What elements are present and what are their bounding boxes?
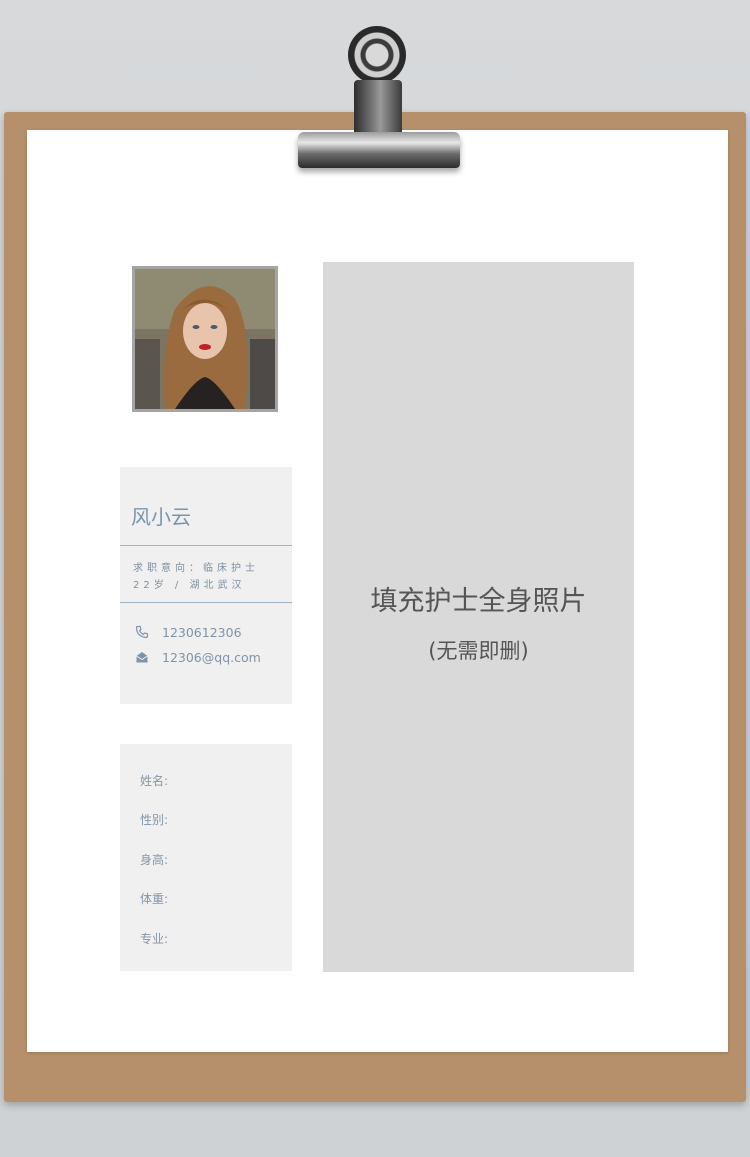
placeholder-subtitle: (无需即删) bbox=[428, 639, 529, 663]
placeholder-title: 填充护士全身照片 bbox=[370, 586, 587, 617]
profile-card: 姓名: 性别: 身高: 体重: 专业: bbox=[120, 744, 292, 971]
candidate-name: 风小云 bbox=[131, 505, 191, 529]
age-location: 22岁 / 湖北武汉 bbox=[133, 580, 246, 591]
field-weight-label: 体重: bbox=[140, 892, 169, 906]
binder-clip bbox=[284, 22, 464, 174]
avatar bbox=[132, 266, 278, 412]
divider bbox=[120, 602, 292, 603]
binder-clip-ring bbox=[348, 26, 406, 84]
field-major-label: 专业: bbox=[140, 932, 169, 946]
binder-clip-neck bbox=[354, 80, 402, 140]
full-body-photo-placeholder[interactable]: 填充护士全身照片 (无需即删) bbox=[323, 262, 634, 972]
email-address: 12306@qq.com bbox=[162, 649, 261, 665]
contact-card: 风小云 求职意向：临床护士 22岁 / 湖北武汉 1230612306 1230… bbox=[120, 467, 292, 704]
email-row: 12306@qq.com bbox=[135, 649, 261, 665]
divider bbox=[120, 545, 292, 546]
field-height-label: 身高: bbox=[140, 853, 169, 867]
avatar-image bbox=[135, 269, 275, 409]
mail-icon bbox=[136, 652, 148, 663]
binder-clip-base bbox=[298, 132, 460, 168]
field-gender-label: 性别: bbox=[140, 813, 169, 827]
phone-row: 1230612306 bbox=[135, 624, 242, 640]
field-name-label: 姓名: bbox=[140, 774, 169, 788]
job-intention: 求职意向：临床护士 bbox=[133, 563, 259, 574]
phone-icon bbox=[135, 625, 149, 639]
phone-number: 1230612306 bbox=[162, 624, 242, 640]
